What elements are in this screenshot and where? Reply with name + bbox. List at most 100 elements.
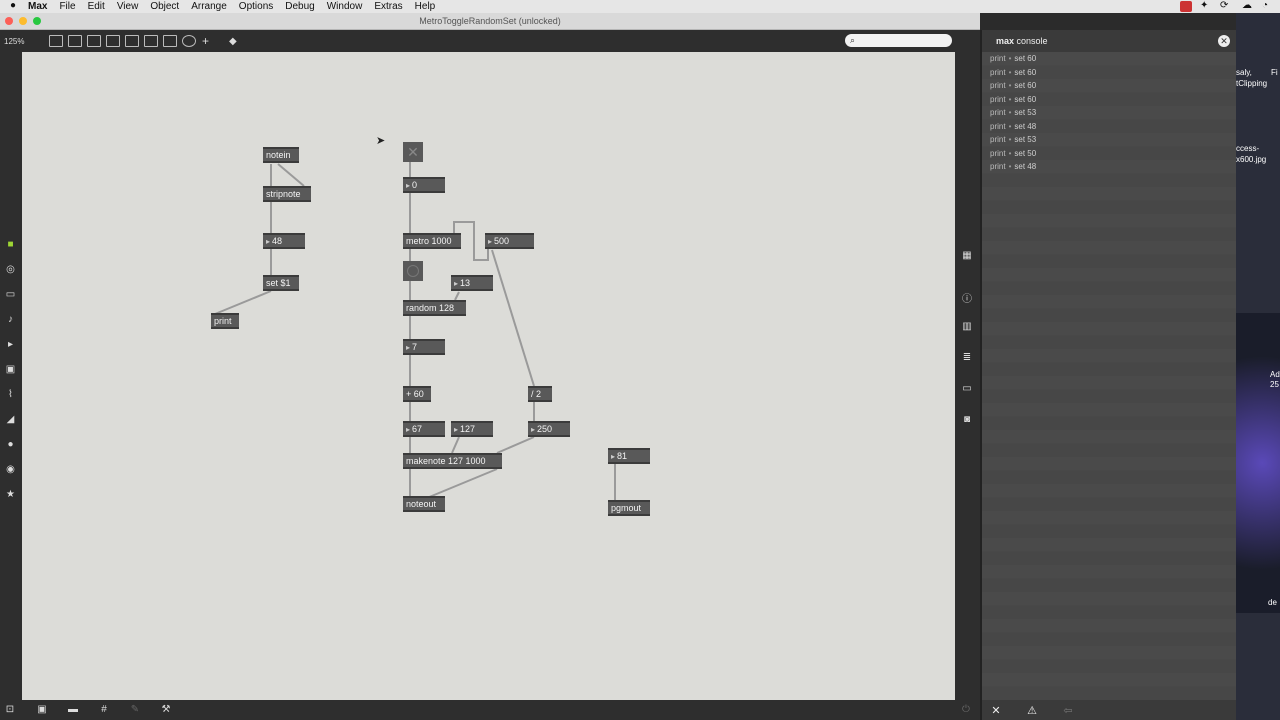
package-icon[interactable]: ■ [5, 239, 16, 250]
presentation-icon[interactable] [49, 35, 63, 47]
clip-icon[interactable]: ⌇ [5, 389, 16, 400]
add-icon[interactable]: + [202, 34, 209, 48]
number-box[interactable]: 7 [403, 339, 445, 355]
log-entry[interactable]: print • set 60 [982, 93, 1236, 107]
image-icon[interactable]: ▣ [5, 364, 16, 375]
desktop-file-label[interactable]: 25 [1270, 380, 1279, 389]
apple-icon[interactable]: ● [10, 0, 16, 11]
toggle-icon[interactable] [125, 35, 139, 47]
log-entry[interactable]: print • set 60 [982, 79, 1236, 93]
clear-console-icon[interactable]: ✕ [990, 704, 1002, 717]
number-box[interactable]: 250 [528, 421, 570, 437]
slider-icon[interactable]: ▭ [5, 289, 16, 300]
divide-object[interactable]: / 2 [528, 386, 552, 402]
menu-options[interactable]: Options [239, 1, 273, 12]
desktop-file-label[interactable]: saly, [1236, 68, 1252, 77]
menu-view[interactable]: View [117, 1, 139, 12]
menu-file[interactable]: File [59, 1, 75, 12]
desktop-file-label[interactable]: ccess- [1236, 144, 1259, 153]
close-console-icon[interactable]: ✕ [1218, 35, 1230, 47]
bang-button[interactable] [403, 261, 423, 281]
toggle[interactable]: ✕ [403, 142, 423, 162]
log-entry[interactable]: print • set 53 [982, 106, 1236, 120]
list-icon[interactable]: ≣ [961, 352, 973, 363]
lock-icon[interactable]: ⊡ [4, 704, 16, 716]
noteout-object[interactable]: noteout [403, 496, 445, 512]
book-icon[interactable]: ▥ [961, 321, 973, 332]
dropbox-icon[interactable]: ✦ [1200, 0, 1208, 11]
menu-debug[interactable]: Debug [285, 1, 314, 12]
sync-icon[interactable]: ⟳ [1220, 0, 1228, 11]
desktop-file-label[interactable]: Fi [1271, 68, 1278, 77]
close-window-button[interactable] [5, 17, 13, 25]
makenote-object[interactable]: makenote 127 1000 [403, 453, 502, 469]
presentation-mode-icon[interactable]: ▣ [36, 704, 48, 716]
search-input[interactable]: ⌕ [845, 34, 952, 47]
desktop-file-label[interactable]: tClipping [1236, 79, 1267, 88]
paint-icon[interactable]: ◆ [229, 36, 237, 47]
window-icon[interactable]: ▭ [961, 383, 973, 394]
log-entry[interactable]: print • set 48 [982, 120, 1236, 134]
number-box[interactable]: 127 [451, 421, 493, 437]
log-entry[interactable]: print • set 60 [982, 52, 1236, 66]
new-object-icon[interactable] [68, 35, 82, 47]
metro-object[interactable]: metro 1000 [403, 233, 461, 249]
number-box[interactable]: 48 [263, 233, 305, 249]
desktop-file-label[interactable]: x600.jpg [1236, 155, 1266, 164]
log-entry[interactable]: print • set 48 [982, 160, 1236, 174]
button-icon[interactable] [106, 35, 120, 47]
number-icon[interactable] [144, 35, 158, 47]
status-icon[interactable]: ◔ [1262, 0, 1268, 11]
random-object[interactable]: random 128 [403, 300, 466, 316]
video-icon[interactable]: ▸ [5, 339, 16, 350]
star-icon[interactable]: ★ [5, 489, 16, 500]
number-box[interactable]: 81 [608, 448, 650, 464]
debug-icon[interactable]: ✎ [129, 704, 141, 716]
power-icon[interactable]: ⏻ [960, 704, 972, 716]
target-icon[interactable]: ◎ [5, 264, 16, 275]
note-icon[interactable]: ♪ [5, 314, 16, 325]
number-box[interactable]: 13 [451, 275, 493, 291]
patch-canvas[interactable]: notein stripnote 48 set $1 print ✕ 0 met… [22, 52, 955, 700]
info-icon[interactable]: ● [5, 439, 16, 450]
grid-icon[interactable]: ▦ [961, 250, 973, 261]
plus-object[interactable]: + 60 [403, 386, 431, 402]
comment-icon[interactable]: ▬ [67, 704, 79, 716]
circle-icon[interactable]: ◉ [5, 464, 16, 475]
zoom-level[interactable]: 125% [4, 37, 44, 46]
number-box[interactable]: 0 [403, 177, 445, 193]
camera-icon[interactable]: ◙ [961, 414, 973, 425]
arrow-left-icon[interactable]: ⇦ [1062, 704, 1074, 717]
wrench-icon[interactable]: ⚒ [160, 704, 172, 716]
menu-object[interactable]: Object [150, 1, 179, 12]
message-icon[interactable] [163, 35, 177, 47]
desktop-file-label[interactable]: de [1268, 598, 1277, 607]
help-icon[interactable] [182, 35, 196, 47]
menu-extras[interactable]: Extras [374, 1, 402, 12]
number-box[interactable]: 500 [485, 233, 534, 249]
pgmout-object[interactable]: pgmout [608, 500, 650, 516]
grid-icon[interactable]: # [98, 704, 110, 716]
hand-icon[interactable]: ◢ [5, 414, 16, 425]
menu-help[interactable]: Help [415, 1, 436, 12]
print-object[interactable]: print [211, 313, 239, 329]
log-entry[interactable]: print • set 50 [982, 147, 1236, 161]
comment-icon[interactable] [87, 35, 101, 47]
zoom-window-button[interactable] [33, 17, 41, 25]
menu-window[interactable]: Window [327, 1, 363, 12]
record-icon[interactable] [1180, 1, 1192, 12]
menu-max[interactable]: Max [28, 1, 47, 12]
menu-arrange[interactable]: Arrange [191, 1, 227, 12]
set-message-box[interactable]: set $1 [263, 275, 299, 291]
minimize-window-button[interactable] [19, 17, 27, 25]
stripnote-object[interactable]: stripnote [263, 186, 311, 202]
notein-object[interactable]: notein [263, 147, 299, 163]
cloud-icon[interactable]: ☁ [1242, 0, 1252, 11]
warning-icon[interactable]: ⚠ [1026, 704, 1038, 717]
log-entry[interactable]: print • set 60 [982, 66, 1236, 80]
log-entry[interactable]: print • set 53 [982, 133, 1236, 147]
desktop-file-label[interactable]: Ad [1270, 370, 1280, 379]
console-log[interactable]: print • set 60 print • set 60 print • set 60 p… [982, 52, 1236, 700]
info-icon[interactable]: ⓘ [961, 290, 973, 305]
number-box[interactable]: 67 [403, 421, 445, 437]
